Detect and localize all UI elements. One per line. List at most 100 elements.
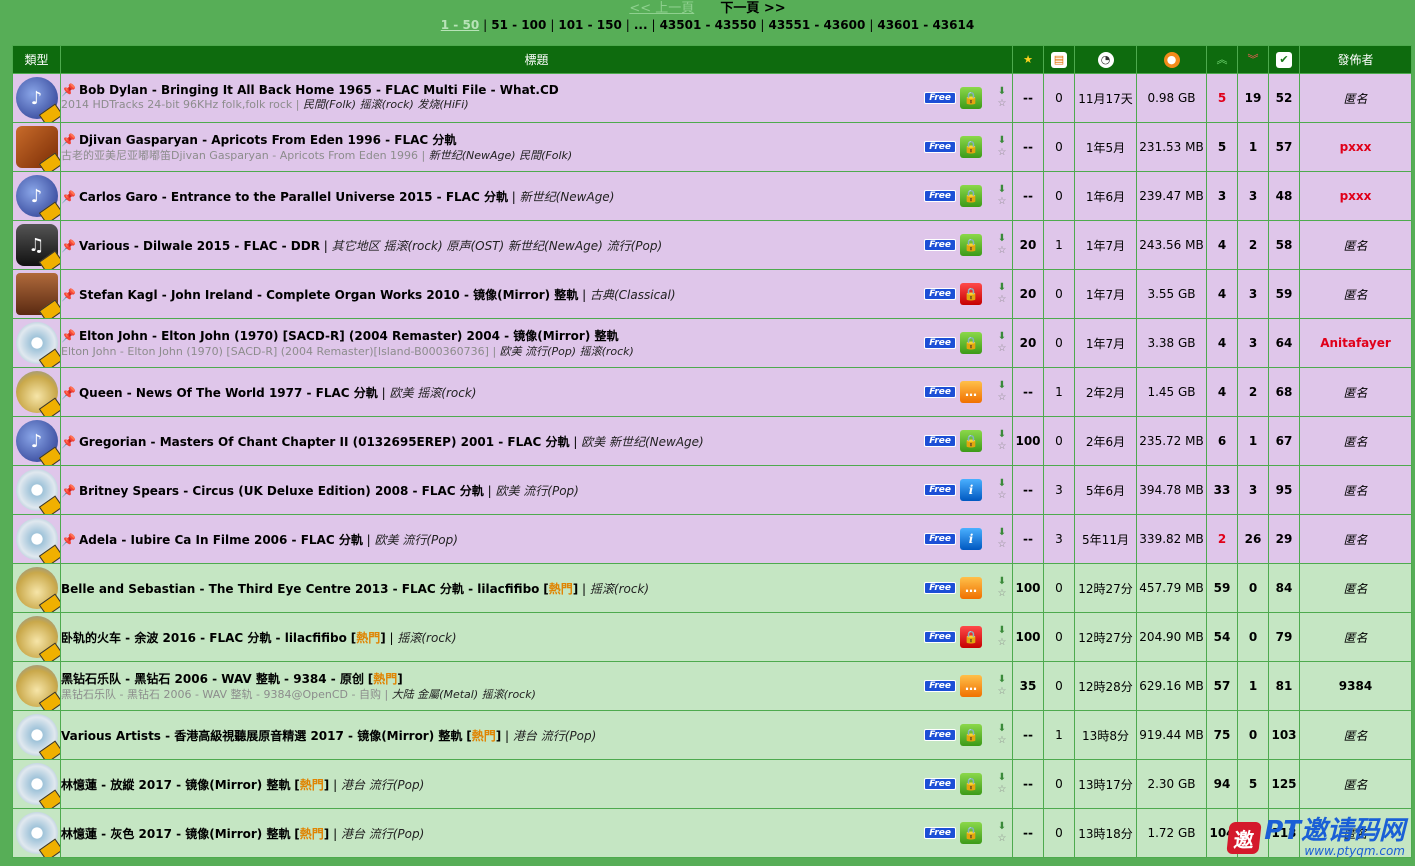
category-cell[interactable]	[12, 367, 61, 417]
comments-cell[interactable]: 0	[1043, 416, 1075, 466]
seeders-cell[interactable]: 75	[1206, 710, 1238, 760]
page-range-link[interactable]: ...	[634, 18, 648, 32]
category-cell[interactable]: ♪	[12, 73, 61, 123]
leechers-cell[interactable]: 1	[1237, 661, 1269, 711]
completed-cell[interactable]: 125	[1268, 759, 1300, 809]
completed-cell[interactable]: 57	[1268, 122, 1300, 172]
leechers-cell[interactable]: 1	[1237, 122, 1269, 172]
seeders-cell[interactable]: 4	[1206, 220, 1238, 270]
uploader-cell[interactable]: pxxx	[1299, 122, 1412, 172]
download-icon[interactable]: ⬇	[998, 674, 1006, 686]
category-cd-icon[interactable]	[15, 714, 60, 759]
completed-cell[interactable]: 59	[1268, 269, 1300, 319]
torrent-name-link[interactable]: Bob Dylan - Bringing It All Back Home 19…	[79, 83, 559, 97]
download-icon[interactable]: ⬇	[998, 380, 1006, 392]
download-icon[interactable]: ⬇	[998, 135, 1006, 147]
seeders-cell[interactable]: 4	[1206, 269, 1238, 319]
completed-cell[interactable]: 64	[1268, 318, 1300, 368]
category-cell[interactable]: ♪	[12, 171, 61, 221]
category-cell[interactable]	[12, 808, 61, 858]
bookmark-icon[interactable]: ☆	[998, 735, 1007, 747]
bookmark-icon[interactable]: ☆	[998, 637, 1007, 649]
bookmark-icon[interactable]: ☆	[998, 686, 1007, 698]
completed-cell[interactable]: 84	[1268, 563, 1300, 613]
leechers-cell[interactable]: 5	[1237, 759, 1269, 809]
comments-cell[interactable]: 0	[1043, 661, 1075, 711]
comments-cell[interactable]: 1	[1043, 710, 1075, 760]
category-pop-icon[interactable]: ♫	[15, 224, 60, 269]
download-icon[interactable]: ⬇	[998, 772, 1006, 784]
seeders-cell[interactable]: 4	[1206, 367, 1238, 417]
category-cd-icon[interactable]	[15, 469, 60, 514]
category-cell[interactable]	[12, 661, 61, 711]
bookmark-icon[interactable]: ☆	[998, 539, 1007, 551]
completed-cell[interactable]: 58	[1268, 220, 1300, 270]
category-cd-icon[interactable]	[15, 322, 60, 367]
torrent-name-link[interactable]: 黑钻石乐队 - 黑钻石 2006 - WAV 整軌 - 9384 - 原创	[62, 672, 364, 686]
leechers-cell[interactable]: 3	[1237, 318, 1269, 368]
download-icon[interactable]: ⬇	[998, 527, 1006, 539]
seeders-cell[interactable]: 57	[1206, 661, 1238, 711]
leechers-cell[interactable]: 0	[1237, 710, 1269, 760]
torrent-name-link[interactable]: Gregorian - Masters Of Chant Chapter II …	[79, 435, 570, 449]
category-rock-icon[interactable]	[15, 371, 60, 416]
category-cell[interactable]	[12, 514, 61, 564]
download-icon[interactable]: ⬇	[998, 576, 1006, 588]
seeders-cell[interactable]: 2	[1206, 514, 1238, 564]
bookmark-icon[interactable]: ☆	[998, 294, 1007, 306]
leechers-cell[interactable]: 3	[1237, 269, 1269, 319]
bookmark-icon[interactable]: ☆	[998, 245, 1007, 257]
comments-cell[interactable]: 0	[1043, 73, 1075, 123]
category-jazz-icon[interactable]: ♪	[15, 175, 60, 220]
uploader-cell[interactable]: Anitafayer	[1299, 318, 1412, 368]
category-cell[interactable]	[12, 269, 61, 319]
comments-cell[interactable]: 1	[1043, 220, 1075, 270]
comments-cell[interactable]: 0	[1043, 269, 1075, 319]
comments-cell[interactable]: 3	[1043, 514, 1075, 564]
category-cell[interactable]: ♪	[12, 416, 61, 466]
comments-cell[interactable]: 0	[1043, 122, 1075, 172]
seeders-cell[interactable]: 5	[1206, 122, 1238, 172]
col-size[interactable]: ●	[1136, 45, 1207, 74]
torrent-name-link[interactable]: Djivan Gasparyan - Apricots From Eden 19…	[79, 133, 456, 147]
bookmark-icon[interactable]: ☆	[998, 196, 1007, 208]
download-icon[interactable]: ⬇	[998, 429, 1006, 441]
comments-cell[interactable]: 0	[1043, 171, 1075, 221]
torrent-name-link[interactable]: Carlos Garo - Entrance to the Parallel U…	[79, 190, 508, 204]
seeders-cell[interactable]: 59	[1206, 563, 1238, 613]
torrent-name-link[interactable]: Elton John - Elton John (1970) [SACD-R] …	[79, 329, 619, 343]
torrent-name-link[interactable]: 林憶蓮 - 灰色 2017 - 镜像(Mirror) 整軌	[62, 827, 291, 841]
seeders-cell[interactable]: 33	[1206, 465, 1238, 515]
seeders-cell[interactable]: 6	[1206, 416, 1238, 466]
completed-cell[interactable]: 95	[1268, 465, 1300, 515]
bookmark-icon[interactable]: ☆	[998, 392, 1007, 404]
bookmark-icon[interactable]: ☆	[998, 490, 1007, 502]
torrent-name-link[interactable]: Various - Dilwale 2015 - FLAC - DDR	[79, 239, 320, 253]
download-icon[interactable]: ⬇	[998, 331, 1006, 343]
comments-cell[interactable]: 0	[1043, 759, 1075, 809]
category-cell[interactable]	[12, 122, 61, 172]
download-icon[interactable]: ⬇	[998, 625, 1006, 637]
category-cell[interactable]	[12, 759, 61, 809]
completed-cell[interactable]: 81	[1268, 661, 1300, 711]
seeders-cell[interactable]: 5	[1206, 73, 1238, 123]
comments-cell[interactable]: 0	[1043, 318, 1075, 368]
torrent-name-link[interactable]: Adela - Iubire Ca In Filme 2006 - FLAC 分…	[79, 533, 363, 547]
page-range-link[interactable]: 43501 - 43550	[660, 18, 757, 32]
category-world-icon[interactable]	[15, 126, 60, 171]
category-cell[interactable]	[12, 318, 61, 368]
download-icon[interactable]: ⬇	[998, 282, 1006, 294]
bookmark-icon[interactable]: ☆	[998, 343, 1007, 355]
seeders-cell[interactable]: 54	[1206, 612, 1238, 662]
download-icon[interactable]: ⬇	[998, 478, 1006, 490]
download-icon[interactable]: ⬇	[998, 86, 1006, 98]
comments-cell[interactable]: 3	[1043, 465, 1075, 515]
leechers-cell[interactable]: 3	[1237, 171, 1269, 221]
category-rock-icon[interactable]	[15, 665, 60, 710]
category-cell[interactable]	[12, 563, 61, 613]
bookmark-icon[interactable]: ☆	[998, 98, 1007, 110]
page-range-link[interactable]: 43551 - 43600	[768, 18, 865, 32]
col-time[interactable]: ◔	[1074, 45, 1137, 74]
category-cd-icon[interactable]	[15, 763, 60, 808]
leechers-cell[interactable]: 3	[1237, 465, 1269, 515]
